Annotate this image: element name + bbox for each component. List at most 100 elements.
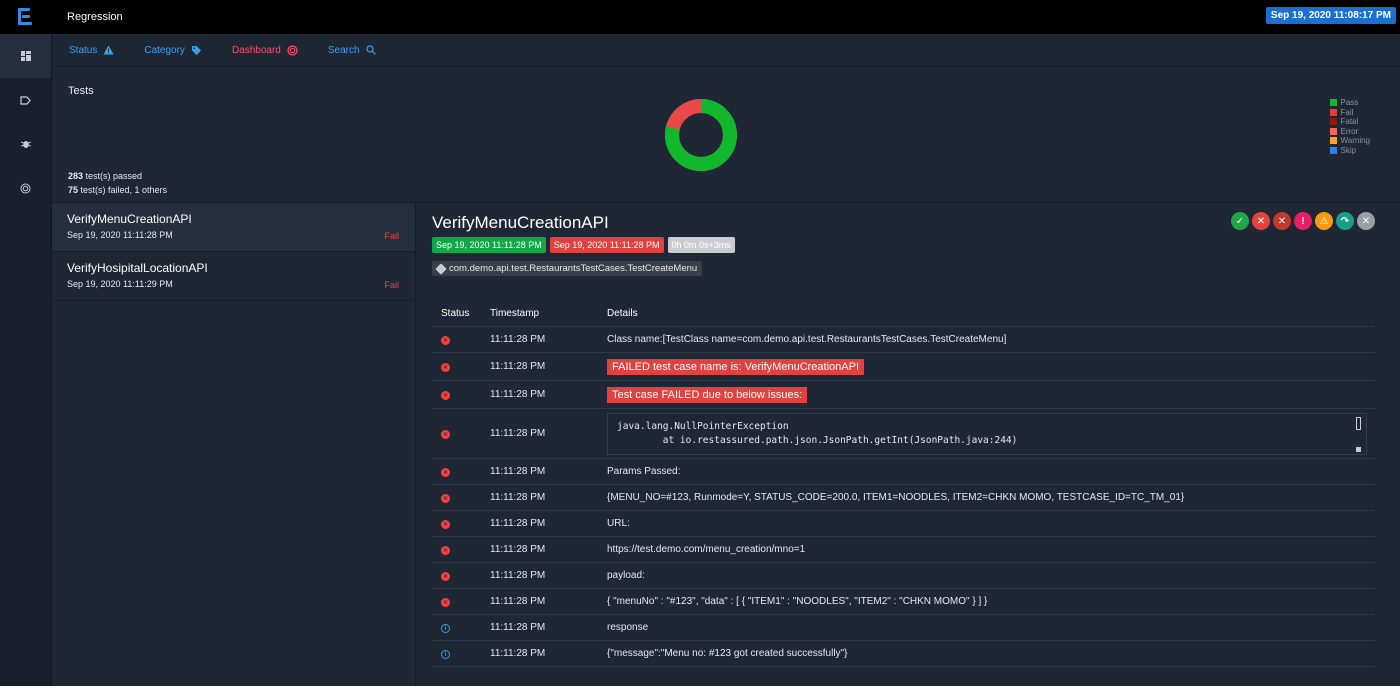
log-details: FAILED test case name is: VerifyMenuCrea… (607, 358, 865, 375)
failed-text: test(s) failed, 1 others (78, 185, 168, 195)
table-row: ✕ 11:11:28 PM Test case FAILED due to be… (432, 381, 1375, 409)
app-title: Regression (67, 11, 123, 23)
table-row: ✕ 11:11:28 PM URL: (432, 511, 1375, 537)
category-tag-label: com.demo.api.test.RestaurantsTestCases.T… (449, 263, 698, 274)
nav-dashboard[interactable] (0, 34, 51, 78)
fail-status-icon: ✕ (441, 363, 450, 373)
test-name: VerifyMenuCreationAPI (67, 212, 192, 226)
log-time: 11:11:28 PM (490, 570, 546, 581)
category-tag[interactable]: com.demo.api.test.RestaurantsTestCases.T… (432, 261, 703, 276)
test-list: VerifyMenuCreationAPI Sep 19, 2020 11:11… (52, 203, 416, 686)
log-details: Params Passed: (607, 466, 681, 477)
log-time: 11:11:28 PM (490, 428, 546, 439)
table-row: i 11:11:28 PM {"message":"Menu no: #123 … (432, 641, 1375, 667)
log-time: 11:11:28 PM (490, 334, 546, 345)
log-time: 11:11:28 PM (490, 544, 546, 555)
clear-filter-icon[interactable]: ✕ (1357, 212, 1375, 230)
summary-title: Tests (68, 85, 94, 97)
tab-search-label: Search (327, 44, 360, 56)
info-status-icon: i (441, 624, 450, 634)
warning-filter-icon[interactable]: ⚠ (1315, 212, 1333, 230)
legend-pass-swatch (1329, 99, 1337, 107)
nav-bugs[interactable] (0, 122, 51, 166)
log-details: URL: (607, 518, 630, 529)
log-time: 11:11:28 PM (490, 596, 546, 607)
table-row: ✕ 11:11:28 PM Class name:[TestClass name… (432, 327, 1375, 353)
tag-icon (191, 45, 201, 55)
search-icon (365, 45, 376, 55)
tests-donut-chart (665, 99, 737, 171)
details-column-header: Details (607, 308, 638, 319)
warning-icon (103, 45, 114, 55)
fail-status-icon: ✕ (441, 572, 450, 582)
log-details: {MENU_NO=#123, Runmode=Y, STATUS_CODE=20… (607, 492, 1185, 503)
log-time: 11:11:28 PM (490, 492, 546, 503)
test-list-item[interactable]: VerifyMenuCreationAPI Sep 19, 2020 11:11… (52, 203, 415, 252)
fail-status-icon: ✕ (441, 598, 450, 608)
log-time: 11:11:28 PM (490, 622, 546, 633)
target-icon (20, 183, 31, 193)
tag-icon (435, 262, 447, 275)
legend-skip-swatch (1329, 146, 1337, 154)
fail-status-icon: ✕ (441, 336, 450, 346)
code-scrollbar[interactable] (1356, 416, 1361, 430)
legend-error-swatch (1329, 127, 1337, 135)
test-status: Fail (384, 231, 399, 241)
table-row: ✕ 11:11:28 PM FAILED test case name is: … (432, 353, 1375, 381)
log-details: Class name:[TestClass name=com.demo.api.… (607, 334, 1007, 345)
code-resize-handle[interactable] (1356, 446, 1361, 452)
tab-category[interactable]: Category (144, 45, 202, 56)
tag-icon (20, 95, 31, 105)
fail-filter-icon[interactable]: ✕ (1252, 212, 1270, 230)
summary-stats: 283 test(s) passed 75 test(s) failed, 1 … (68, 169, 167, 197)
nav-tags[interactable] (0, 78, 51, 122)
report-datetime-badge: Sep 19, 2020 11:08:17 PM (1265, 7, 1396, 24)
info-status-icon: i (441, 650, 450, 660)
log-time: 11:11:28 PM (490, 648, 546, 659)
logo-icon (18, 7, 34, 27)
skip-filter-icon[interactable]: ↷ (1336, 212, 1354, 230)
dashboard-grid-icon (20, 51, 31, 61)
log-time: 11:11:28 PM (490, 361, 546, 372)
legend-fatal-swatch (1329, 118, 1337, 126)
test-time: Sep 19, 2020 11:11:28 PM (67, 230, 173, 240)
fail-status-icon: ✕ (441, 430, 450, 440)
log-time: 11:11:28 PM (490, 466, 546, 477)
bug-icon (20, 141, 31, 148)
end-time-badge: Sep 19, 2020 11:11:28 PM (549, 237, 664, 253)
table-row: ✕ 11:11:28 PM Params Passed: (432, 459, 1375, 485)
log-table-header: Status Timestamp Details (432, 301, 1375, 327)
error-filter-icon[interactable]: ! (1294, 212, 1312, 230)
tests-summary-panel: Tests 283 test(s) passed 75 test(s) fail… (52, 67, 1400, 203)
legend-skip: Skip (1329, 146, 1371, 156)
test-name: VerifyHosipitalLocationAPI (67, 261, 208, 275)
log-details: Test case FAILED due to below issues: (607, 386, 808, 403)
chart-legend: Pass Fail Fatal Error Warning Skip (1329, 98, 1371, 156)
pass-filter-icon[interactable]: ✓ (1231, 212, 1249, 230)
log-details: java.lang.NullPointerException at io.res… (617, 420, 1018, 446)
top-bar: Regression Sep 19, 2020 11:08:17 PM (0, 0, 1400, 34)
tab-category-label: Category (144, 44, 185, 56)
nav-target[interactable] (0, 166, 51, 210)
tab-status-label: Status (69, 44, 98, 56)
duration-badge: 0h 0m 0s+3ms (667, 237, 735, 253)
legend-fail-swatch (1329, 108, 1337, 116)
target-icon (287, 44, 298, 56)
tab-status[interactable]: Status (69, 45, 114, 56)
passed-text: test(s) passed (83, 171, 143, 181)
failed-stat: 75 test(s) failed, 1 others (68, 183, 167, 197)
legend-pass: Pass (1329, 98, 1371, 108)
table-row: ✕ 11:11:28 PM {MENU_NO=#123, Runmode=Y, … (432, 485, 1375, 511)
fatal-filter-icon[interactable]: ✕ (1273, 212, 1291, 230)
log-time: 11:11:28 PM (490, 389, 546, 400)
tab-dashboard[interactable]: Dashboard (232, 45, 298, 56)
fail-status-icon: ✕ (441, 468, 450, 478)
exception-code-block[interactable]: java.lang.NullPointerException at io.res… (607, 412, 1367, 455)
test-list-item[interactable]: VerifyHosipitalLocationAPI Sep 19, 2020 … (52, 252, 415, 301)
log-details: response (607, 622, 649, 633)
tab-search[interactable]: Search (328, 45, 376, 56)
app-logo[interactable] (0, 0, 52, 34)
tab-dashboard-label: Dashboard (231, 44, 281, 56)
log-details: {"message":"Menu no: #123 got created su… (607, 648, 848, 659)
fail-status-icon: ✕ (441, 391, 450, 401)
